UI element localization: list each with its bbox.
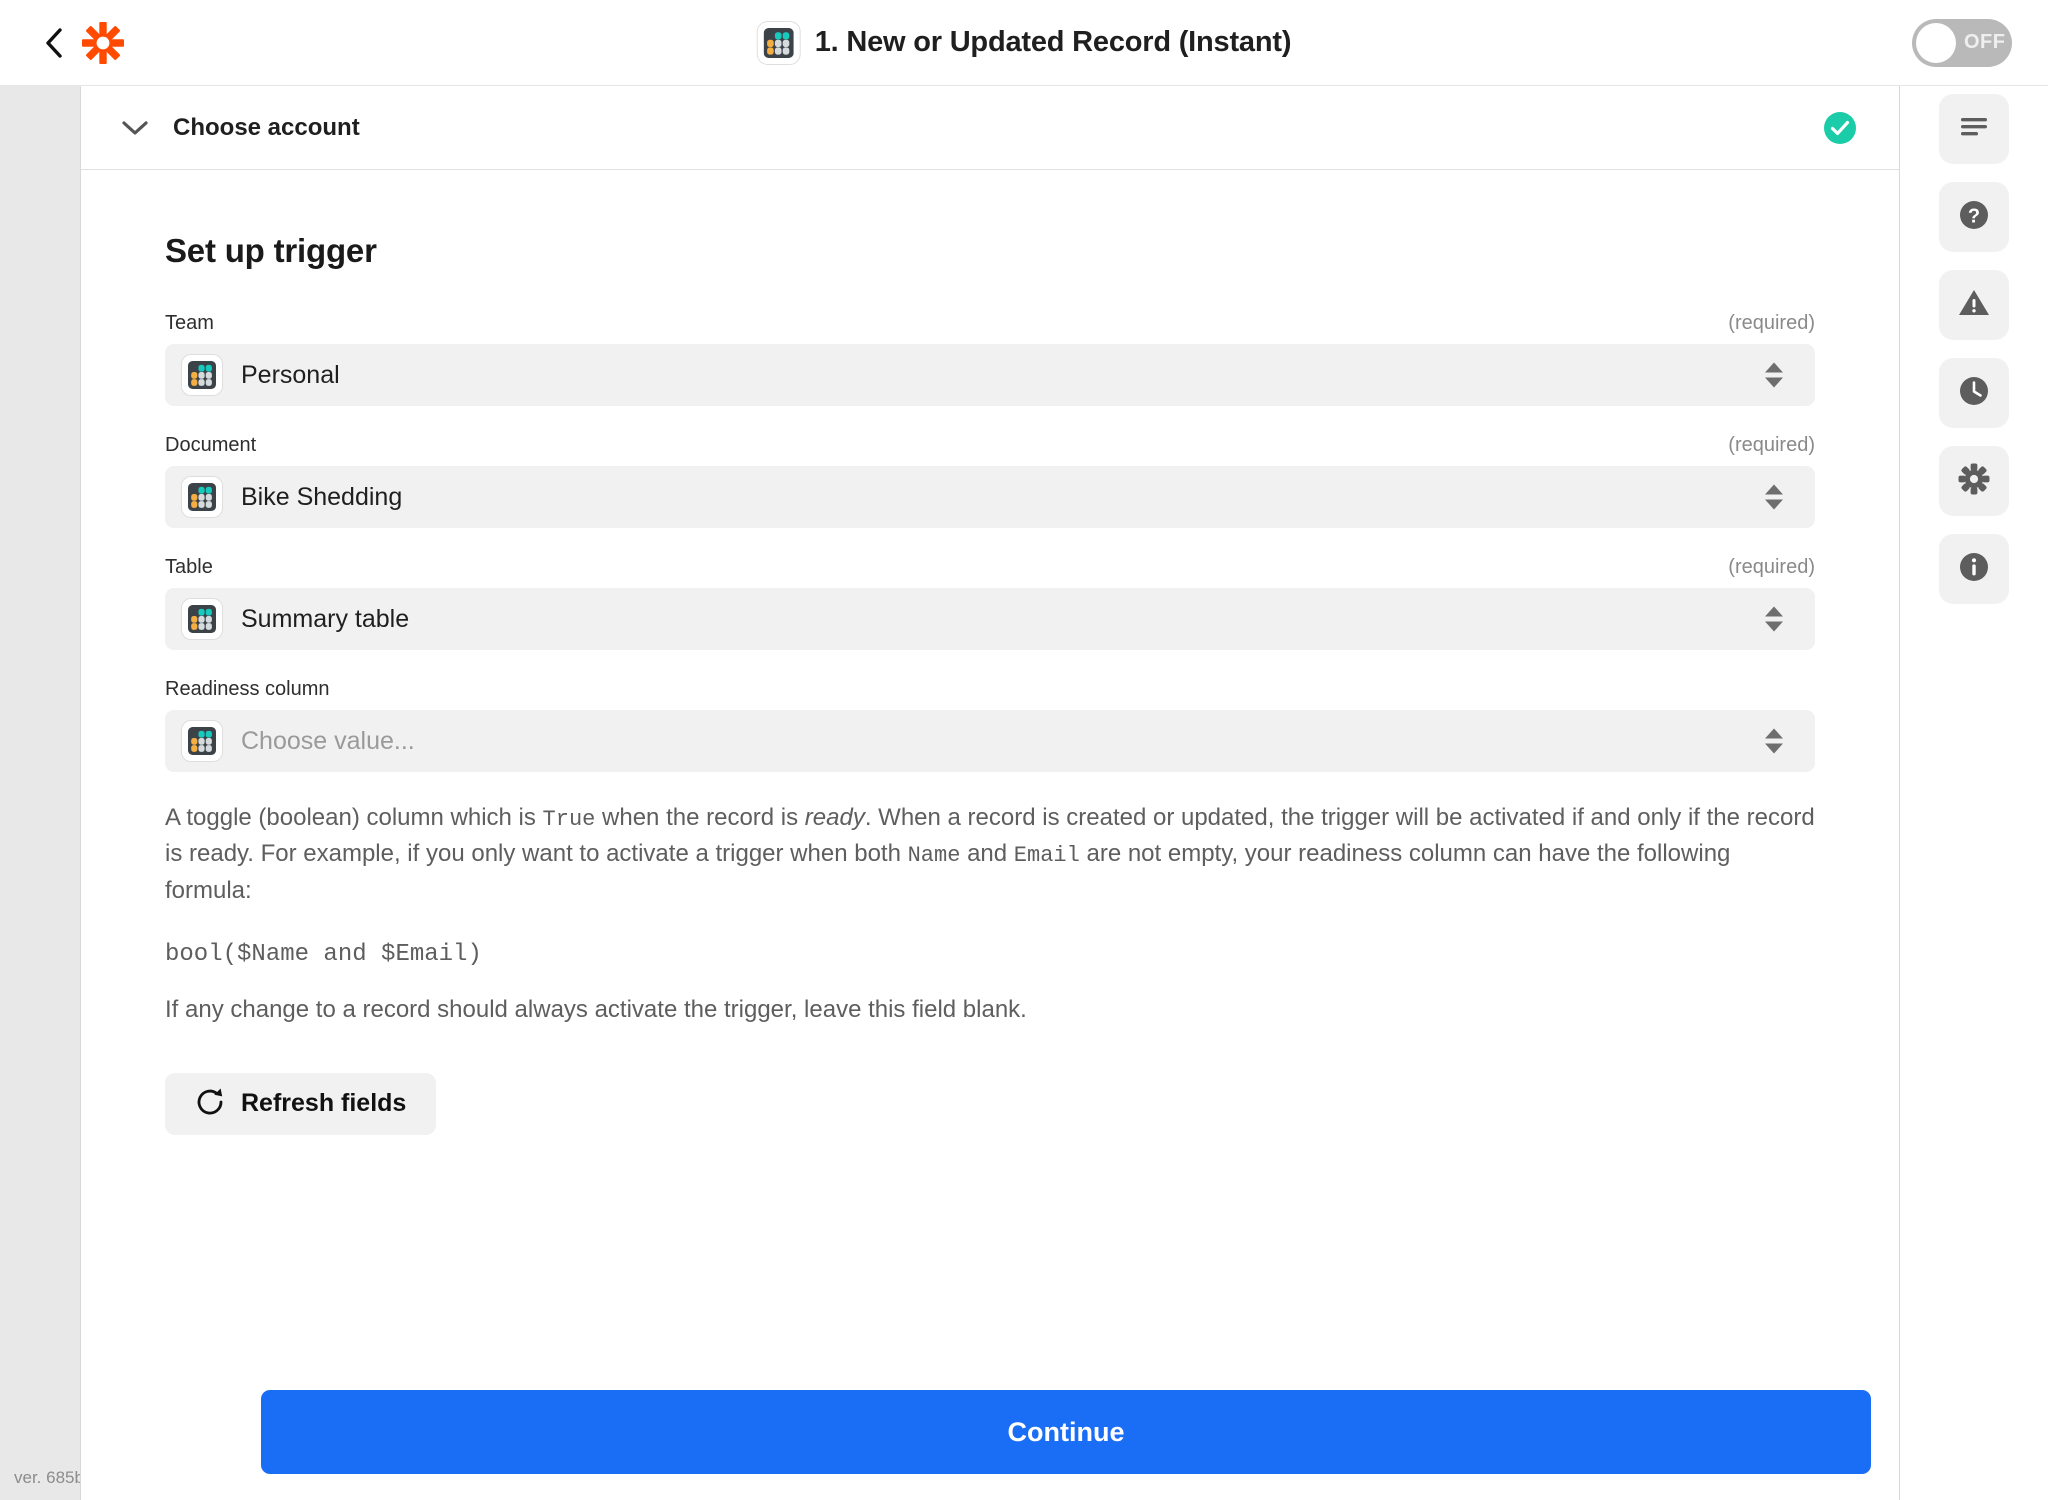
readiness-help-paragraph: A toggle (boolean) column which is True … <box>165 800 1815 909</box>
help-code-email: Email <box>1013 843 1080 869</box>
grist-app-icon <box>181 354 223 396</box>
rail-item-notes[interactable] <box>1939 94 2009 164</box>
grist-app-icon <box>181 598 223 640</box>
select-stepper-icon <box>1765 362 1783 388</box>
rail-item-help[interactable]: ? <box>1939 182 2009 252</box>
readiness-column-placeholder: Choose value... <box>241 726 415 755</box>
field-document: Document (required) Bike Shedding <box>165 434 1815 528</box>
field-label: Team <box>165 312 214 334</box>
field-required-tag: (required) <box>1728 556 1815 578</box>
field-label-row: Document (required) <box>165 434 1815 457</box>
field-required-tag: (required) <box>1728 434 1815 456</box>
refresh-icon <box>195 1087 225 1120</box>
back-button[interactable] <box>40 25 68 61</box>
field-label-row: Team (required) <box>165 312 1815 335</box>
field-required-tag: (required) <box>1728 312 1815 334</box>
zapier-logo-button[interactable] <box>80 20 126 66</box>
help-text-d: and <box>960 840 1014 868</box>
field-readiness-column: Readiness column Choose value... <box>165 678 1815 772</box>
team-select[interactable]: Personal <box>165 344 1815 406</box>
help-text-b: when the record is <box>595 804 805 831</box>
refresh-fields-label: Refresh fields <box>241 1089 407 1118</box>
readiness-help-paragraph-2: If any change to a record should always … <box>165 996 1027 1024</box>
team-select-value: Personal <box>241 360 340 389</box>
clock-icon <box>1957 374 1991 413</box>
info-circle-icon <box>1957 550 1991 589</box>
header-title-group: 1. New or Updated Record (Instant) <box>756 20 1292 65</box>
rail-item-history[interactable] <box>1939 358 2009 428</box>
document-select-value: Bike Shedding <box>241 482 403 511</box>
grist-app-icon <box>181 476 223 518</box>
app-icon-badge <box>756 20 801 65</box>
rail-item-warnings[interactable] <box>1939 270 2009 340</box>
toggle-state-label: OFF <box>1964 31 2006 53</box>
setup-trigger-form: Set up trigger Team (required) Personal … <box>81 170 1899 1135</box>
select-stepper-icon <box>1765 606 1783 632</box>
choose-account-accordion[interactable]: Choose account <box>81 86 1899 170</box>
accordion-title: Choose account <box>173 113 360 141</box>
section-title: Set up trigger <box>165 232 377 269</box>
top-bar: 1. New or Updated Record (Instant) OFF <box>0 0 2048 86</box>
zap-on-off-toggle[interactable]: OFF <box>1912 18 2012 67</box>
grist-app-icon <box>181 720 223 762</box>
toggle-knob <box>1916 22 1956 63</box>
svg-text:?: ? <box>1968 205 1980 227</box>
field-label: Document <box>165 434 257 456</box>
grist-app-icon <box>763 27 794 58</box>
check-circle-icon <box>1823 111 1857 145</box>
right-rail: ? <box>1900 86 2048 1500</box>
rail-item-info[interactable] <box>1939 534 2009 604</box>
field-team: Team (required) Personal <box>165 312 1815 406</box>
field-label-row: Readiness column <box>165 678 1815 701</box>
table-select[interactable]: Summary table <box>165 588 1815 650</box>
document-select[interactable]: Bike Shedding <box>165 466 1815 528</box>
field-table: Table (required) Summary table <box>165 556 1815 650</box>
chevron-down-icon <box>121 114 149 142</box>
rail-item-settings[interactable] <box>1939 446 2009 516</box>
page-title: 1. New or Updated Record (Instant) <box>814 26 1292 58</box>
help-italic-ready: ready <box>804 804 865 831</box>
page-body: ver. 685b0d9c Choose account Set up trig… <box>0 86 2048 1500</box>
warning-triangle-icon <box>1957 286 1991 325</box>
field-label-row: Table (required) <box>165 556 1815 579</box>
field-label: Readiness column <box>165 678 330 700</box>
refresh-fields-button[interactable]: Refresh fields <box>165 1072 437 1135</box>
help-code-name: Name <box>907 843 961 869</box>
table-select-value: Summary table <box>241 604 410 633</box>
help-text-a: A toggle (boolean) column which is <box>165 804 543 831</box>
formula-example: bool($Name and $Email) <box>165 941 482 969</box>
step-card: Choose account Set up trigger Team (requ… <box>80 86 1900 1500</box>
zapier-logo-icon <box>82 21 124 64</box>
question-circle-icon: ? <box>1957 198 1991 237</box>
continue-button[interactable]: Continue <box>261 1390 1871 1474</box>
readiness-column-select[interactable]: Choose value... <box>165 710 1815 772</box>
select-stepper-icon <box>1765 484 1783 510</box>
select-stepper-icon <box>1765 728 1783 754</box>
field-label: Table <box>165 556 213 578</box>
notes-lines-icon <box>1957 110 1991 149</box>
help-code-true: True <box>542 807 596 832</box>
chevron-left-icon <box>46 27 62 58</box>
gear-icon <box>1957 462 1991 501</box>
